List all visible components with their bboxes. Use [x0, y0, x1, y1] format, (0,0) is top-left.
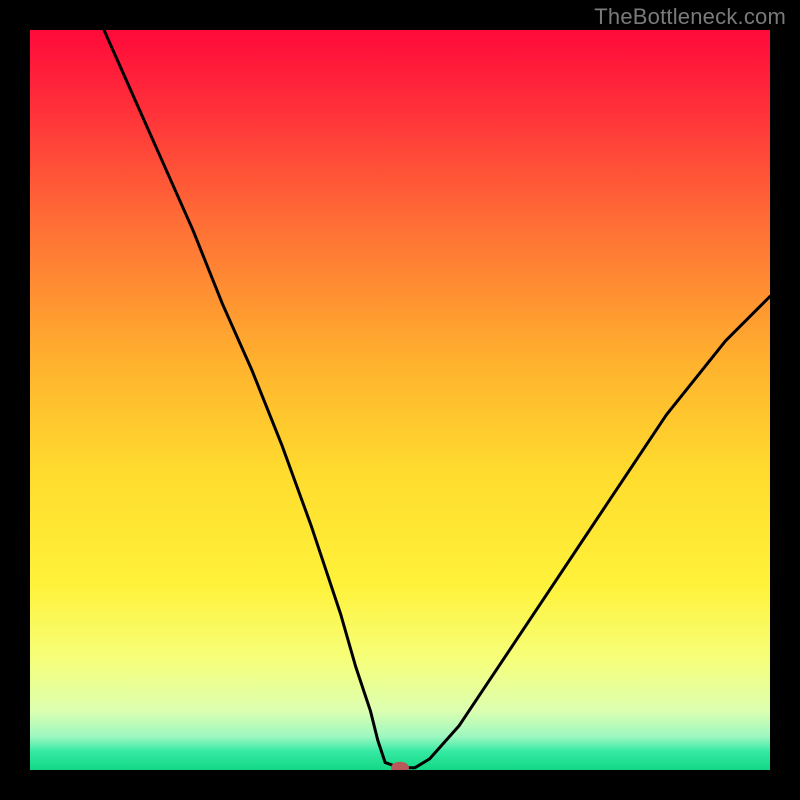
plot-area [30, 30, 770, 770]
bottleneck-chart [30, 30, 770, 770]
gradient-background [30, 30, 770, 770]
watermark-text: TheBottleneck.com [594, 4, 786, 30]
chart-frame: TheBottleneck.com [0, 0, 800, 800]
